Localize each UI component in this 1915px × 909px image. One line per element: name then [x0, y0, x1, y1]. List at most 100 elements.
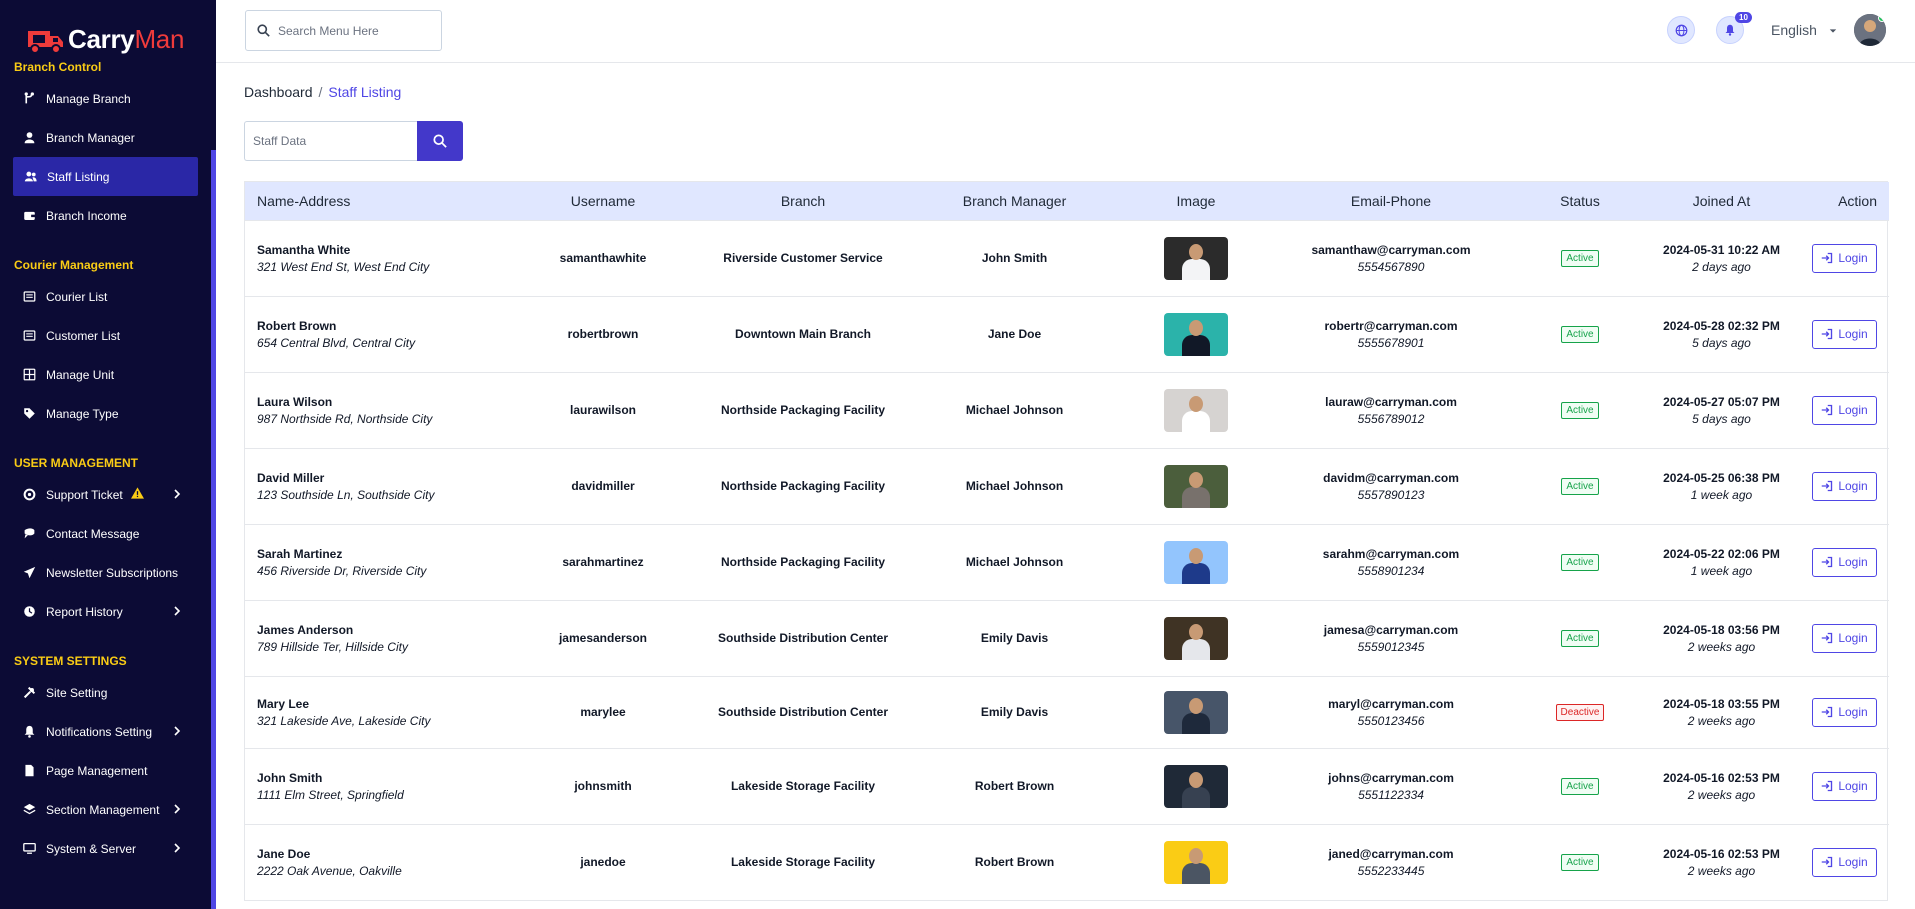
- staff-joined-relative: 5 days ago: [1692, 335, 1751, 350]
- staff-email: davidm@carryman.com: [1323, 470, 1459, 485]
- chevron-right-icon: [174, 804, 181, 814]
- sidebar: CarryMan Branch Control Manage Branch Bran…: [0, 0, 216, 909]
- login-as-staff-button[interactable]: Login: [1812, 547, 1877, 577]
- language-dropdown[interactable]: English: [1771, 22, 1837, 38]
- staff-photo[interactable]: [1164, 464, 1228, 508]
- sidebar-item-section-management[interactable]: Section Management: [0, 790, 211, 829]
- sidebar-item-site-setting[interactable]: Site Setting: [0, 673, 211, 712]
- wallet-icon: [22, 209, 36, 223]
- staff-branch-manager: Robert Brown: [903, 747, 1126, 824]
- search-icon: [433, 134, 447, 148]
- brand-name: CarryMan: [68, 24, 184, 55]
- staff-photo[interactable]: [1164, 616, 1228, 660]
- login-as-staff-button[interactable]: Login: [1812, 771, 1877, 801]
- column-header-joined-at: Joined At: [1692, 192, 1751, 209]
- sidebar-item-manage-type[interactable]: Manage Type: [0, 394, 211, 433]
- status-badge: Active: [1561, 249, 1599, 267]
- login-icon: [1822, 252, 1833, 264]
- status-badge: Active: [1561, 401, 1599, 419]
- login-as-staff-button[interactable]: Login: [1812, 395, 1877, 425]
- table-row: David Miller 123 Southside Ln, Southside…: [245, 447, 1889, 524]
- sidebar-item-page-management[interactable]: Page Management: [0, 751, 211, 790]
- sidebar-item-label: Customer List: [46, 328, 121, 343]
- sidebar-item-label: Newsletter Subscriptions: [46, 565, 179, 580]
- staff-branch: Lakeside Storage Facility: [703, 747, 903, 824]
- login-as-staff-button[interactable]: Login: [1812, 847, 1877, 877]
- cell-name-address: Mary Lee 321 Lakeside Ave, Lakeside City: [245, 675, 503, 748]
- cell-action: Login: [1799, 219, 1889, 296]
- language-globe-button[interactable]: [1667, 16, 1695, 44]
- staff-photo[interactable]: [1164, 388, 1228, 432]
- staff-photo[interactable]: [1164, 764, 1228, 808]
- sidebar-item-label: Staff Listing: [47, 169, 110, 184]
- login-as-staff-button[interactable]: Login: [1812, 471, 1877, 501]
- status-badge: Active: [1561, 853, 1599, 871]
- staff-joined-relative: 2 weeks ago: [1687, 787, 1756, 802]
- staff-photo[interactable]: [1164, 540, 1228, 584]
- sidebar-item-newsletter-subscriptions[interactable]: Newsletter Subscriptions: [0, 553, 211, 592]
- sidebar-item-contact-message[interactable]: Contact Message: [0, 514, 211, 553]
- sidebar-item-report-history[interactable]: Report History: [0, 592, 211, 631]
- notification-button[interactable]: 10: [1716, 12, 1752, 44]
- column-header-status: Status: [1560, 192, 1600, 209]
- sidebar-item-manage-branch[interactable]: Manage Branch: [0, 79, 211, 118]
- carryman-logo[interactable]: CarryMan: [24, 18, 184, 60]
- breadcrumb-dashboard[interactable]: Dashboard: [244, 84, 313, 100]
- staff-joined-date: 2024-05-28 02:32 PM: [1663, 318, 1780, 333]
- staff-name: Sarah Martinez: [257, 546, 343, 561]
- login-as-staff-button[interactable]: Login: [1812, 243, 1877, 273]
- sidebar-item-staff-listing[interactable]: Staff Listing: [13, 157, 198, 196]
- sidebar-item-branch-manager[interactable]: Branch Manager: [0, 118, 211, 157]
- staff-name: Mary Lee: [257, 696, 310, 711]
- staff-photo[interactable]: [1164, 690, 1228, 734]
- login-icon: [1822, 706, 1833, 718]
- cell-image: [1126, 599, 1266, 676]
- staff-joined-date: 2024-05-25 06:38 PM: [1663, 470, 1780, 485]
- sidebar-scrollbar[interactable]: [211, 150, 216, 909]
- staff-branch: Riverside Customer Service: [703, 219, 903, 296]
- staff-address: 456 Riverside Dr, Riverside City: [257, 563, 427, 578]
- cell-joined-at: 2024-05-18 03:55 PM 2 weeks ago: [1644, 675, 1799, 748]
- sidebar-item-label: Manage Unit: [46, 367, 115, 382]
- staff-photo[interactable]: [1164, 312, 1228, 356]
- sidebar-item-customer-list[interactable]: Customer List: [0, 316, 211, 355]
- login-as-staff-button[interactable]: Login: [1812, 623, 1877, 653]
- staff-username: sarahmartinez: [503, 523, 703, 600]
- column-header-username: Username: [570, 192, 636, 209]
- sidebar-item-courier-list[interactable]: Courier List: [0, 277, 211, 316]
- cell-email-phone: janed@carryman.com 5552233445: [1266, 823, 1516, 900]
- cell-action: Login: [1799, 295, 1889, 372]
- sidebar-item-support-ticket[interactable]: Support Ticket: [0, 475, 211, 514]
- sidebar-item-manage-unit[interactable]: Manage Unit: [0, 355, 211, 394]
- staff-photo[interactable]: [1164, 840, 1228, 884]
- staff-branch-manager: Robert Brown: [903, 823, 1126, 900]
- staff-branch: Northside Packaging Facility: [703, 523, 903, 600]
- staff-address: 789 Hillside Ter, Hillside City: [257, 639, 408, 654]
- user-avatar[interactable]: [1854, 14, 1886, 46]
- file-icon: [22, 764, 36, 778]
- staff-branch: Downtown Main Branch: [703, 295, 903, 372]
- sidebar-item-branch-income[interactable]: Branch Income: [0, 196, 211, 235]
- user-icon: [22, 131, 36, 145]
- staff-email: sarahm@carryman.com: [1322, 546, 1460, 561]
- sidebar-item-system-server[interactable]: System & Server: [0, 829, 211, 868]
- sidebar-item-notifications-setting[interactable]: Notifications Setting: [0, 712, 211, 751]
- staff-search-input[interactable]: Staff Data: [244, 121, 417, 161]
- login-as-staff-button[interactable]: Login: [1812, 697, 1877, 727]
- status-badge: Active: [1561, 553, 1599, 571]
- cell-image: [1126, 447, 1266, 524]
- cell-joined-at: 2024-05-25 06:38 PM 1 week ago: [1644, 447, 1799, 524]
- staff-photo[interactable]: [1164, 236, 1228, 280]
- cell-name-address: Robert Brown 654 Central Blvd, Central C…: [245, 295, 503, 372]
- cell-joined-at: 2024-05-27 05:07 PM 5 days ago: [1644, 371, 1799, 448]
- staff-username: samanthawhite: [503, 219, 703, 296]
- staff-email: johns@carryman.com: [1328, 770, 1454, 785]
- staff-name: James Anderson: [257, 622, 354, 637]
- cell-name-address: David Miller 123 Southside Ln, Southside…: [245, 447, 503, 524]
- cell-name-address: Laura Wilson 987 Northside Rd, Northside…: [245, 371, 503, 448]
- staff-address: 2222 Oak Avenue, Oakville: [257, 863, 402, 878]
- menu-search-input[interactable]: Search Menu Here: [245, 10, 442, 51]
- login-as-staff-button[interactable]: Login: [1812, 319, 1877, 349]
- staff-filter: Staff Data: [244, 121, 463, 161]
- staff-search-button[interactable]: [417, 121, 463, 161]
